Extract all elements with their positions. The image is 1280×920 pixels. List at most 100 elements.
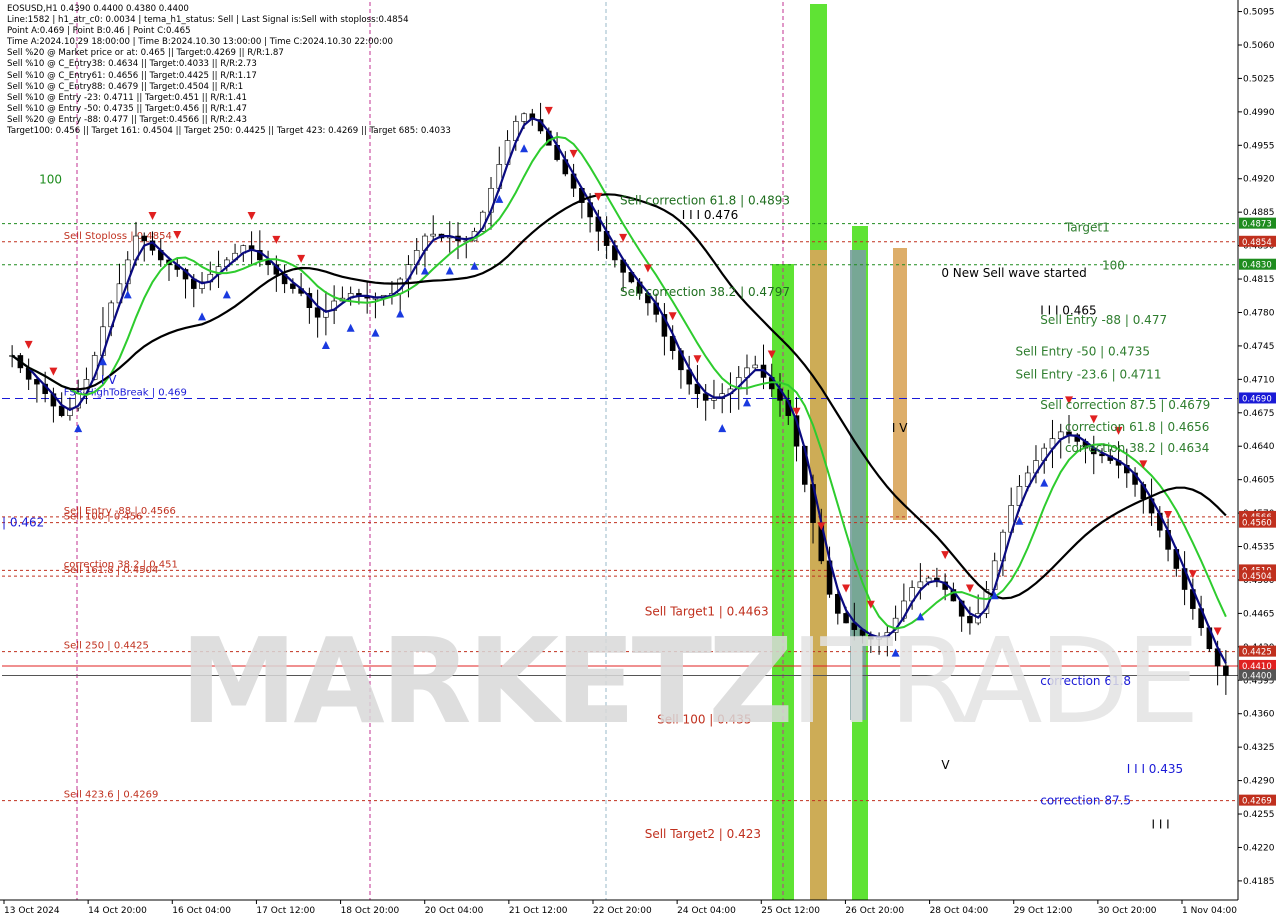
moving-average-line: [11, 193, 1227, 600]
candlestick-chart[interactable]: Sell Stoploss | 0.4854FSB-HighToBreak | …: [0, 0, 1280, 920]
price-tick-label: 0.4990: [1243, 108, 1275, 118]
info-line: Sell %20 @ Market price or at: 0.465 || …: [7, 48, 284, 59]
price-tick-label: 0.4360: [1243, 710, 1275, 720]
sell-arrow: [668, 312, 677, 321]
price-level-tag-label: 0.4425: [1242, 648, 1272, 658]
info-line: Sell %10 @ Entry -23: 0.4711 || Target:0…: [7, 92, 247, 103]
chart-annotation: correction 38.2 | 0.4634: [1065, 441, 1210, 455]
candle-body: [314, 307, 321, 318]
time-tick-label: 17 Oct 12:00: [256, 906, 315, 916]
price-tick-label: 0.4605: [1243, 476, 1275, 486]
price-tick-label: 0.4535: [1243, 543, 1275, 553]
buy-arrow: [718, 424, 727, 433]
time-tick-label: 13 Oct 2024: [4, 906, 60, 916]
time-tick-label: 29 Oct 12:00: [1014, 906, 1073, 916]
price-tick-label: 0.4955: [1243, 141, 1275, 151]
buy-arrow: [420, 266, 429, 275]
chart-annotation: Sell correction 87.5 | 0.4679: [1040, 398, 1210, 412]
buy-arrow: [371, 328, 380, 337]
chart-annotation: I I I: [1151, 817, 1169, 831]
sell-arrow: [842, 584, 851, 593]
buy-arrow: [742, 398, 751, 407]
price-tick-label: 0.4675: [1243, 409, 1275, 419]
sell-arrow: [544, 106, 553, 115]
price-level-tag-label: 0.4690: [1242, 394, 1272, 404]
candle-body: [835, 593, 841, 614]
sell-arrow: [148, 211, 157, 220]
signal-arrows: [24, 106, 1222, 657]
watermark-bold: MARKETZ: [180, 612, 794, 750]
price-level-tag-label: 0.4400: [1242, 672, 1272, 682]
candle-body: [58, 405, 65, 416]
candle-body: [711, 398, 717, 401]
brand-watermark: MARKETZITRADE: [180, 612, 1200, 750]
time-tick-label: 18 Oct 20:00: [341, 906, 400, 916]
price-level-tag-label: 0.4269: [1242, 797, 1272, 807]
price-tick-label: 0.4780: [1243, 308, 1275, 318]
chart-annotation: Sell correction 38.2 | 0.4797: [620, 285, 790, 299]
info-line: Sell %10 @ C_Entry38: 0.4634 || Target:0…: [7, 59, 257, 70]
chart-annotation: V: [941, 758, 950, 772]
price-tick-label: 0.4185: [1243, 877, 1275, 887]
info-line: Sell %20 @ Entry -88: 0.477 || Target:0.…: [7, 114, 247, 125]
info-line: Point A:0.469 | Point B:0.46 | Point C:0…: [7, 26, 191, 37]
info-line: Target100: 0.456 || Target 161: 0.4504 |…: [7, 126, 451, 137]
moving-average-line: [11, 135, 1227, 630]
chart-annotation: correction 87.5: [1040, 793, 1131, 807]
buy-arrow: [222, 290, 231, 299]
info-line: Sell %10 @ Entry -50: 0.4735 || Target:0…: [7, 103, 247, 114]
sell-arrow: [173, 231, 182, 240]
time-tick-label: 21 Oct 12:00: [509, 906, 568, 916]
price-level-tag-label: 0.4560: [1242, 519, 1272, 529]
time-tick-label: 1 Nov 04:00: [1182, 906, 1237, 916]
price-tick-label: 0.4220: [1243, 843, 1275, 853]
watermark-light: ITRADE: [789, 612, 1200, 750]
buy-arrow: [321, 341, 330, 350]
time-tick-label: 20 Oct 04:00: [425, 906, 484, 916]
chart-annotation: 0 New Sell wave started: [941, 266, 1086, 280]
candle-body: [430, 233, 436, 237]
price-tick-label: 0.4290: [1243, 777, 1275, 787]
candle-body: [752, 364, 759, 369]
price-tick-label: 0.4920: [1243, 175, 1275, 185]
time-tick-label: 16 Oct 04:00: [172, 906, 231, 916]
price-tick-label: 0.4745: [1243, 342, 1275, 352]
time-tick-label: 26 Oct 20:00: [845, 906, 904, 916]
price-level-tag-label: 0.4504: [1242, 572, 1272, 582]
price-tick-label: 0.4640: [1243, 442, 1275, 452]
chart-annotation: 100: [39, 173, 62, 187]
signal-band: [810, 250, 827, 900]
sell-arrow: [619, 233, 628, 242]
time-tick-label: 25 Oct 12:00: [761, 906, 820, 916]
info-line: EOSUSD,H1 0.4390 0.4400 0.4380 0.4400: [7, 4, 189, 14]
signal-zone-bands: [772, 4, 907, 900]
indicator-info-panel: EOSUSD,H1 0.4390 0.4400 0.4380 0.4400 Li…: [7, 4, 451, 137]
chart-annotation: 100: [1102, 258, 1125, 272]
buy-arrow: [396, 309, 405, 318]
price-tick-label: 0.4710: [1243, 375, 1275, 385]
info-line: Sell %10 @ C_Entry88: 0.4679 || Target:0…: [7, 81, 244, 92]
price-tick-label: 0.4255: [1243, 810, 1275, 820]
time-tick-label: 30 Oct 20:00: [1098, 906, 1157, 916]
chart-annotation: Sell correction 61.8 | 0.4893: [620, 194, 790, 208]
chart-annotation: I I I 0.435: [1127, 762, 1183, 776]
buy-arrow: [1040, 478, 1049, 487]
sell-arrow: [1213, 627, 1222, 636]
sell-arrow: [297, 254, 306, 263]
sell-arrow: [24, 340, 33, 349]
chart-annotation: | 0.462: [2, 515, 44, 529]
price-level-label: Sell 100 | 0.456: [64, 512, 143, 523]
price-tick-label: 0.4465: [1243, 609, 1275, 619]
price-tick-label: 0.4815: [1243, 275, 1275, 285]
price-level-tag-label: 0.4873: [1242, 220, 1272, 230]
candle-body: [917, 581, 924, 588]
price-tick-label: 0.5025: [1243, 74, 1275, 84]
chart-annotation: Target1: [1064, 220, 1110, 234]
sell-arrow: [272, 235, 281, 244]
price-tick-label: 0.4885: [1243, 208, 1275, 218]
buy-arrow: [346, 323, 355, 332]
time-tick-label: 22 Oct 20:00: [593, 906, 652, 916]
sell-arrow: [693, 355, 702, 364]
price-level-label: Sell 250 | 0.4425: [64, 641, 149, 652]
sell-arrow: [49, 367, 58, 376]
